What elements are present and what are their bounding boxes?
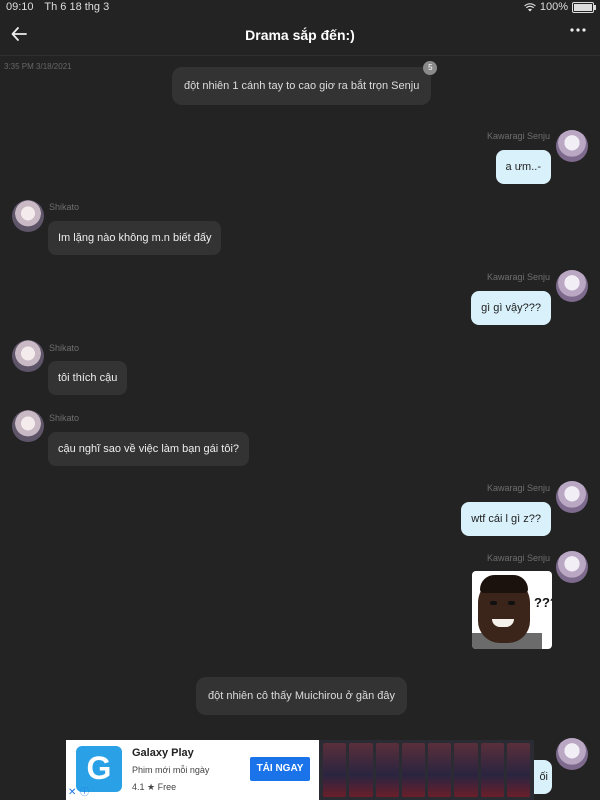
sender-name: Kawaragi Senju	[486, 131, 550, 141]
sender-name: Shikato	[49, 343, 80, 353]
ad-screenshot	[506, 743, 530, 797]
ad-screenshot	[428, 743, 452, 797]
status-bar: 09:10 Th 6 18 thg 3 100%	[0, 0, 600, 16]
chat-header: Drama sắp đến:)	[0, 17, 600, 56]
incoming-bubble[interactable]: cậu nghĩ sao về việc làm bạn gái tôi?	[48, 432, 250, 466]
incoming-bubble[interactable]: Im lặng nào không m.n biết đấy	[48, 221, 222, 255]
status-time: 09:10	[6, 1, 34, 13]
ad-close-icon[interactable]: ✕	[68, 787, 76, 798]
avatar-shikato[interactable]	[12, 340, 44, 372]
avatar-senju[interactable]	[556, 551, 588, 583]
avatar-senju[interactable]	[556, 130, 588, 162]
ad-screenshot	[480, 743, 504, 797]
wifi-icon	[524, 2, 536, 11]
app-logo-letter: G	[86, 750, 112, 786]
battery-percent: 100%	[539, 1, 568, 13]
outgoing-bubble[interactable]: gì gì vậy???	[471, 291, 551, 325]
system-message[interactable]: đột nhiên 1 cánh tay to cao giơ ra bắt t…	[172, 61, 438, 105]
meme-image[interactable]: ???	[472, 571, 552, 649]
sender-name: Kawaragi Senju	[486, 553, 550, 563]
sender-name: Shikato	[49, 202, 80, 212]
ad-info-icon[interactable]: ⓘ	[80, 785, 89, 798]
incoming-bubble[interactable]: tôi thích cậu	[48, 361, 128, 395]
chat-title: Drama sắp đến:)	[245, 27, 355, 43]
ad-rating: 4.1 ★ Free	[132, 782, 177, 792]
ad-screenshots[interactable]	[319, 740, 534, 800]
meme-question-marks: ???	[534, 595, 552, 610]
ad-banner[interactable]: G Galaxy Play Phim mới mỗi ngày 4.1 ★ Fr…	[66, 740, 534, 800]
ad-screenshot	[349, 743, 373, 797]
avatar-senju[interactable]	[556, 481, 588, 513]
ad-app-name[interactable]: Galaxy Play	[132, 747, 194, 759]
comment-count-badge[interactable]: 5	[423, 61, 438, 75]
avatar-senju[interactable]	[556, 270, 588, 302]
install-button[interactable]: TẢI NGAY	[250, 757, 310, 781]
more-button[interactable]	[570, 22, 586, 43]
avatar-senju[interactable]	[556, 738, 588, 770]
ad-screenshot	[401, 743, 425, 797]
system-message-text: đột nhiên cô thấy Muichirou ở gần đây	[208, 690, 395, 702]
ad-tagline: Phim mới mỗi ngày	[132, 765, 210, 775]
sender-name: Kawaragi Senju	[486, 272, 550, 282]
battery-icon	[572, 1, 596, 13]
outgoing-bubble[interactable]: a ưm..-	[495, 150, 551, 184]
sender-name: Kawaragi Senju	[486, 483, 550, 493]
timestamp: 3:35 PM 3/18/2021	[4, 62, 72, 71]
ad-screenshot	[375, 743, 399, 797]
status-date: Th 6 18 thg 3	[44, 1, 110, 13]
ad-screenshot	[323, 743, 347, 797]
sender-name: Shikato	[49, 413, 80, 423]
more-dots-icon	[570, 28, 586, 32]
system-message[interactable]: đột nhiên cô thấy Muichirou ở gần đây	[196, 677, 407, 715]
avatar-shikato[interactable]	[12, 410, 44, 442]
avatar-shikato[interactable]	[12, 200, 44, 232]
ad-screenshot	[454, 743, 478, 797]
system-message-text: đột nhiên 1 cánh tay to cao giơ ra bắt t…	[184, 80, 420, 92]
outgoing-bubble[interactable]: wtf cái l gì z??	[461, 502, 551, 536]
